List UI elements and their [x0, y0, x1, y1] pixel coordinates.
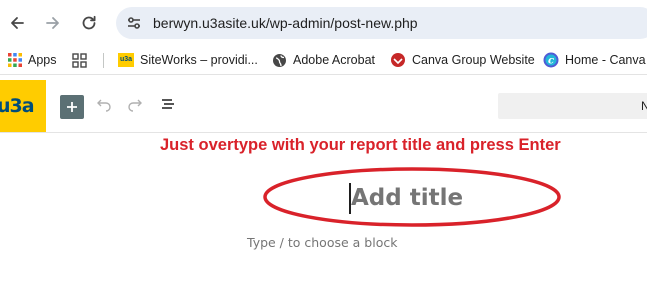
bookmark-label: Home - Canva — [565, 53, 646, 67]
url-text[interactable]: berwyn.u3asite.uk/wp-admin/post-new.php — [153, 15, 418, 31]
bookmark-label: Apps — [28, 53, 57, 67]
arrow-forward-icon — [46, 17, 59, 29]
globe-icon — [273, 53, 286, 67]
site-logo[interactable]: u3a — [0, 80, 46, 132]
reload-button[interactable] — [76, 10, 102, 36]
tune-icon[interactable] — [126, 15, 142, 36]
instruction-annotation: Just overtype with your report title and… — [160, 136, 561, 154]
add-block-button[interactable] — [60, 95, 84, 119]
canva-group-favicon — [391, 53, 405, 67]
canva-favicon: c — [543, 52, 559, 68]
command-search-text: N — [641, 99, 647, 113]
undo-button[interactable] — [96, 96, 112, 117]
redo-icon — [128, 99, 142, 112]
reload-icon — [82, 15, 96, 30]
bookmark-adobe-acrobat[interactable]: Adobe Acrobat — [272, 50, 375, 70]
u3a-favicon: u3a — [118, 53, 134, 67]
browser-toolbar: berwyn.u3asite.uk/wp-admin/post-new.php — [0, 0, 647, 46]
bookmark-apps[interactable]: Apps — [8, 50, 57, 70]
command-search[interactable]: N — [498, 93, 647, 119]
bookmark-app-grid[interactable] — [72, 50, 87, 70]
bookmark-siteworks[interactable]: u3a SiteWorks – providi... — [118, 50, 258, 70]
bookmark-label: Canva Group Website — [412, 53, 535, 67]
svg-text:c: c — [548, 56, 554, 67]
forward-button[interactable] — [40, 10, 66, 36]
app-grid-icon — [72, 52, 87, 68]
editor-toolbar: u3a N — [0, 80, 647, 133]
bookmark-label: Adobe Acrobat — [293, 53, 376, 67]
undo-icon — [97, 99, 111, 112]
plus-icon — [67, 102, 77, 112]
bookmark-home-canva[interactable]: c Home - Canva — [543, 50, 646, 70]
bookmark-canva-group[interactable]: Canva Group Website — [390, 50, 535, 70]
bookmark-separator — [103, 53, 104, 68]
list-view-icon — [162, 99, 174, 109]
redo-button[interactable] — [127, 96, 143, 117]
list-view-button[interactable] — [160, 96, 176, 117]
address-bar[interactable]: berwyn.u3asite.uk/wp-admin/post-new.php — [116, 7, 647, 39]
arrow-back-icon — [11, 17, 24, 29]
bookmarks-bar: Apps u3a SiteWorks – providi... Adobe Ac… — [0, 46, 647, 75]
block-appender-prompt[interactable]: Type / to choose a block — [247, 235, 397, 250]
logo-text: u3a — [0, 95, 35, 117]
post-title-input[interactable] — [351, 180, 541, 216]
bookmark-label: SiteWorks – providi... — [140, 53, 258, 67]
back-button[interactable] — [4, 10, 30, 36]
apps-grid-icon — [8, 53, 22, 67]
